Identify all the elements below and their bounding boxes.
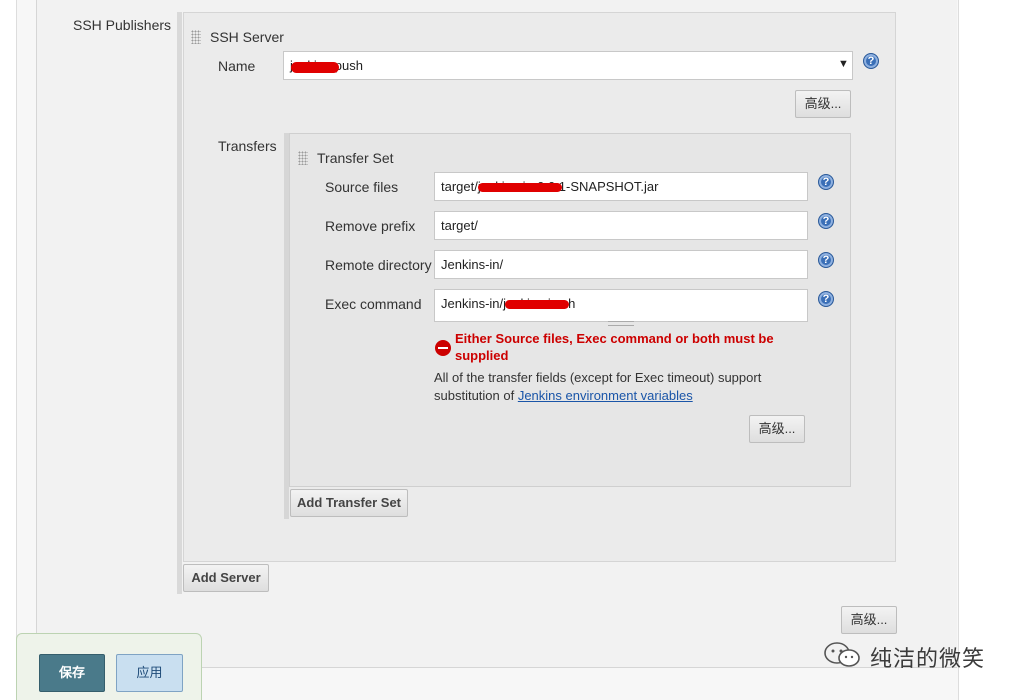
- apply-button[interactable]: 应用: [116, 654, 183, 692]
- name-select[interactable]: jenkins-push: [283, 51, 853, 80]
- error-icon: [435, 340, 451, 356]
- add-server-button[interactable]: Add Server: [183, 564, 269, 592]
- name-label: Name: [218, 58, 256, 74]
- help-icon[interactable]: ?: [863, 53, 879, 69]
- add-transfer-set-button[interactable]: Add Transfer Set: [290, 489, 408, 517]
- transfers-label: Transfers: [218, 138, 277, 154]
- validation-error: Either Source files, Exec command or bot…: [455, 331, 774, 363]
- ssh-publishers-label: SSH Publishers: [73, 17, 172, 33]
- watermark-text: 纯洁的微笑: [870, 646, 986, 671]
- redaction-mark: [478, 183, 562, 192]
- help-icon[interactable]: ?: [818, 291, 834, 307]
- source-files-label: Source files: [325, 179, 399, 195]
- textarea-expand-handle[interactable]: [608, 321, 634, 326]
- publisher-advanced-button[interactable]: 高级...: [841, 606, 897, 634]
- remote-directory-input[interactable]: Jenkins-in/: [434, 250, 808, 279]
- remove-prefix-input[interactable]: target/: [434, 211, 808, 240]
- drag-handle-icon[interactable]: [298, 151, 308, 165]
- wechat-logo-icon: [824, 642, 860, 667]
- transfer-set-title: Transfer Set: [317, 150, 394, 166]
- save-button[interactable]: 保存: [39, 654, 105, 692]
- remote-directory-value: Jenkins-in/: [441, 257, 504, 272]
- env-variables-link[interactable]: Jenkins environment variables: [518, 388, 693, 403]
- ssh-server-title: SSH Server: [210, 29, 284, 45]
- remote-directory-label: Remote directory: [325, 257, 432, 273]
- publisher-rail: [177, 12, 182, 594]
- help-icon[interactable]: ?: [818, 213, 834, 229]
- chevron-down-icon[interactable]: ▼: [838, 58, 849, 70]
- server-advanced-button[interactable]: 高级...: [795, 90, 851, 118]
- remove-prefix-label: Remove prefix: [325, 218, 416, 234]
- redaction-mark: [291, 62, 339, 73]
- help-icon[interactable]: ?: [818, 252, 834, 268]
- exec-command-textarea[interactable]: Jenkins-in/jenkins-in.sh: [434, 289, 808, 322]
- transfer-advanced-button[interactable]: 高级...: [749, 415, 805, 443]
- exec-command-label: Exec command: [325, 296, 422, 312]
- help-icon[interactable]: ?: [818, 174, 834, 190]
- redaction-mark: [505, 300, 569, 309]
- substitution-note: All of the transfer fields (except for E…: [434, 369, 804, 405]
- drag-handle-icon[interactable]: [191, 30, 201, 44]
- remove-prefix-value: target/: [441, 218, 478, 233]
